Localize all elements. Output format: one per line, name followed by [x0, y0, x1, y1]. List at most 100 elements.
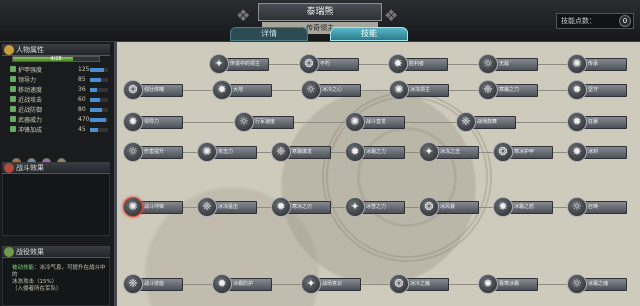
- skill-icon: ✹: [271, 197, 291, 217]
- trait-icons: [12, 152, 67, 167]
- skill-node[interactable]: 寒霜爆发 ❈: [271, 142, 333, 162]
- stat-value: 36: [78, 86, 86, 93]
- skill-node[interactable]: 无敌 ☼: [478, 54, 540, 74]
- skill-node[interactable]: 极寒冰霜 ✸: [478, 274, 540, 294]
- skill-node[interactable]: 冰冷之触 ❂: [389, 274, 451, 294]
- skill-node[interactable]: 召唤 ☼: [567, 197, 629, 217]
- effect-line-4: （入侵者所在军队）: [12, 286, 62, 292]
- stat-label: 领导力: [18, 77, 37, 84]
- skill-node[interactable]: 战场意识 ✦: [301, 274, 363, 294]
- skill-icon: ✺: [389, 80, 409, 100]
- battle-effects-icon: [4, 163, 14, 173]
- health-bar: 4/28: [12, 56, 100, 62]
- skill-points-value: 0: [619, 15, 631, 27]
- skill-node[interactable]: 强壮体魄 ❂: [123, 80, 185, 100]
- skill-node[interactable]: 冰冻领主 ✺: [389, 80, 451, 100]
- skill-node[interactable]: 坚守 ✹: [567, 80, 629, 100]
- skill-tree: 传说中的领主 ✦ 不朽 ❂ 胜利者 ✸ 无敌 ☼ 传承 ✺ 强壮体魄 ❂ 大地 ✸ 冰冷之心 ☼ 冰冻领主 ✺ 寒霜…: [114, 42, 640, 306]
- skill-icon: ✸: [478, 274, 498, 294]
- skill-node[interactable]: 大地 ✸: [212, 80, 274, 100]
- health-text: 4/28: [50, 56, 62, 62]
- campaign-effects-title: 战役效果: [16, 248, 44, 256]
- skill-icon: ✦: [345, 197, 365, 217]
- top-bar: ❖ 泰瑞熊 传奇领主 ❖ 详情 技能 技能点数： 0: [0, 0, 640, 42]
- skill-node[interactable]: 寒霜之力 ❈: [478, 80, 540, 100]
- stat-bar: [90, 68, 108, 72]
- skill-icon: ❂: [389, 274, 409, 294]
- skill-node[interactable]: 传说中的领主 ✦: [209, 54, 271, 74]
- stat-row: 冲锋加成 45: [10, 126, 110, 134]
- effect-line-3: 冰冻攻击（15%）: [12, 279, 58, 285]
- skill-icon: ✸: [123, 112, 143, 132]
- skill-icon: ✺: [197, 142, 217, 162]
- stat-bar: [90, 98, 108, 102]
- skill-node[interactable]: 冰霜之怒 ✸: [493, 197, 555, 217]
- stat-row: 武器威力 470: [10, 116, 110, 124]
- stat-row: 移动速度 36: [10, 86, 110, 94]
- skill-node[interactable]: 狂暴 ✹: [567, 112, 629, 132]
- skill-node[interactable]: 传承 ✺: [567, 54, 629, 74]
- tab-skills[interactable]: 技能: [330, 27, 408, 41]
- stat-bar: [90, 78, 108, 82]
- skill-node[interactable]: 胜利者 ✸: [388, 54, 450, 74]
- skill-node[interactable]: 战斗技能 ❈: [123, 274, 185, 294]
- stat-label: 近战攻击: [18, 97, 43, 104]
- battle-effects-header: 战斗效果: [2, 162, 110, 174]
- skill-node[interactable]: 战斗冲锋 ✺: [123, 197, 185, 217]
- skill-node[interactable]: 冰风暴 ❂: [419, 197, 481, 217]
- skill-node[interactable]: 行军速度 ☼: [234, 112, 296, 132]
- battle-effects-title: 战斗效果: [16, 164, 44, 172]
- skill-node[interactable]: 不朽 ❂: [299, 54, 361, 74]
- skill-icon: ✺: [567, 54, 587, 74]
- skill-node[interactable]: 伤害提升 ☼: [123, 142, 185, 162]
- skill-icon: ❈: [123, 274, 143, 294]
- stat-label: 移动速度: [18, 87, 43, 94]
- stat-label: 冲锋加成: [18, 127, 43, 134]
- campaign-effects-description: 被动技能：冰冷气息，可提升在战斗中的 冰冻攻击（15%） （入侵者所在军队）: [12, 265, 108, 293]
- skill-icon: ✺: [345, 112, 365, 132]
- skill-icon: ✦: [301, 274, 321, 294]
- skill-icon: ✹: [567, 112, 587, 132]
- skill-node[interactable]: 冰霜之魂 ☼: [567, 274, 629, 294]
- stat-value: 60: [78, 96, 86, 103]
- skill-node[interactable]: 冰冷之心 ☼: [301, 80, 363, 100]
- skill-icon: ☼: [301, 80, 321, 100]
- campaign-effects-header: 战役效果: [2, 246, 110, 258]
- skill-points-label: 技能点数：: [561, 17, 596, 25]
- skill-node[interactable]: 领导力 ✸: [123, 112, 185, 132]
- stat-bar: [90, 88, 108, 92]
- effect-line-1: 被动技能：: [12, 265, 40, 271]
- skill-icon: ❈: [478, 80, 498, 100]
- skill-node[interactable]: 战场鼓舞 ❈: [456, 112, 518, 132]
- skill-node[interactable]: 战斗直觉 ✺: [345, 112, 407, 132]
- skill-node[interactable]: 攻击力 ✺: [197, 142, 259, 162]
- skill-node[interactable]: 冰冻猛击 ❈: [197, 197, 259, 217]
- stat-label: 近战防御: [18, 107, 43, 114]
- skill-node[interactable]: 冰封 ✸: [567, 142, 629, 162]
- stat-label: 护甲强度: [18, 67, 43, 74]
- skill-node[interactable]: 寒冰之刃 ✹: [271, 197, 333, 217]
- stat-icon: [10, 106, 16, 112]
- skill-icon: ❂: [419, 197, 439, 217]
- skill-icon: ❈: [456, 112, 476, 132]
- skill-node[interactable]: 寒冰护甲 ❂: [493, 142, 555, 162]
- stat-icon: [10, 86, 16, 92]
- skill-icon: ☼: [123, 142, 143, 162]
- stat-row: 近战攻击 60: [10, 96, 110, 104]
- skill-node[interactable]: 冰霜防护 ✹: [212, 274, 274, 294]
- tab-details[interactable]: 详情: [230, 27, 308, 41]
- stat-row: 护甲强度 125: [10, 66, 110, 74]
- skill-icon: ✦: [209, 54, 229, 74]
- skill-icon: ✦: [419, 142, 439, 162]
- stat-icon: [10, 116, 16, 122]
- stat-value: 80: [78, 106, 86, 113]
- skill-node[interactable]: 冰冻之击 ✦: [419, 142, 481, 162]
- skill-icon: ☼: [567, 197, 587, 217]
- skill-icon: ✺: [123, 197, 143, 217]
- attributes-header: 人物属性: [2, 44, 110, 56]
- skill-icon: ❂: [299, 54, 319, 74]
- skill-icon: ✸: [567, 142, 587, 162]
- skill-node[interactable]: 冰雪之力 ✦: [345, 197, 407, 217]
- skill-icon: ❂: [493, 142, 513, 162]
- skill-node[interactable]: 冰霜之力 ✹: [345, 142, 407, 162]
